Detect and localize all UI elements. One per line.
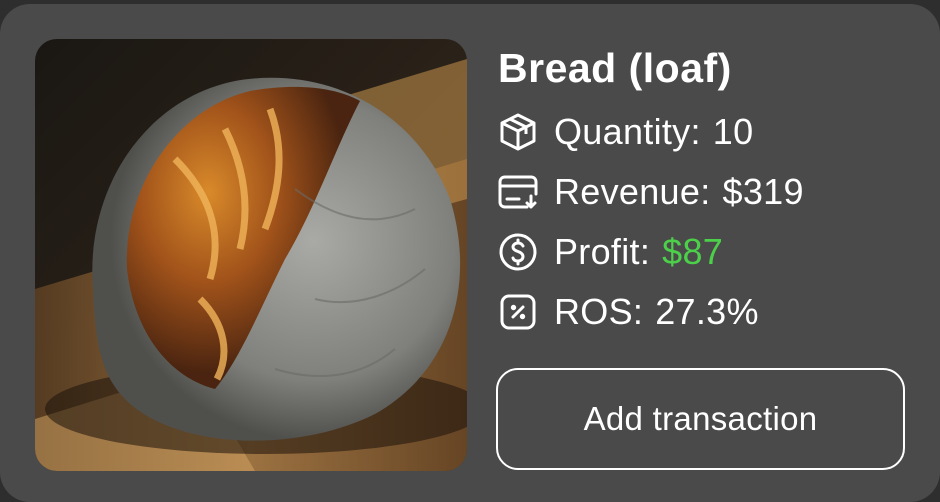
revenue-row: Revenue: $319 xyxy=(496,162,916,222)
profit-row: Profit: $87 xyxy=(496,222,916,282)
revenue-value: $319 xyxy=(722,171,804,212)
profit-value: $87 xyxy=(662,231,724,272)
product-title: Bread (loaf) xyxy=(498,45,732,91)
product-info: Bread (loaf) Quantity: 10 Revenue: $319 … xyxy=(496,40,916,342)
revenue-label: Revenue: xyxy=(554,171,711,212)
bread-photo xyxy=(35,39,467,471)
quantity-label: Quantity: xyxy=(554,111,701,152)
ros-value: 27.3% xyxy=(655,291,759,332)
ros-row: ROS: 27.3% xyxy=(496,282,916,342)
dollar-coin-icon xyxy=(496,230,540,274)
add-transaction-button[interactable]: Add transaction xyxy=(496,368,905,470)
receipt-icon xyxy=(496,170,540,214)
quantity-row: Quantity: 10 xyxy=(496,102,916,162)
ros-label: ROS: xyxy=(554,291,644,332)
percent-icon xyxy=(496,290,540,334)
product-card: Bread (loaf) Quantity: 10 Revenue: $319 … xyxy=(0,4,940,502)
box-icon xyxy=(496,110,540,154)
profit-label: Profit: xyxy=(554,231,651,272)
quantity-value: 10 xyxy=(712,111,754,152)
